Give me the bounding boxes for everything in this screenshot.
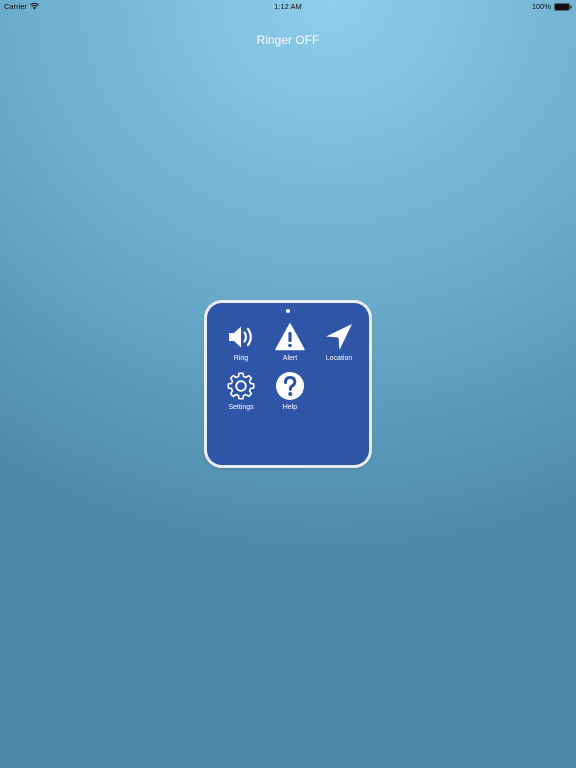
ringer-status-title: Ringer OFF <box>256 33 320 47</box>
location-label: Location <box>325 355 353 362</box>
settings-label: Settings <box>228 404 254 411</box>
location-arrow-icon <box>326 324 352 350</box>
warning-icon <box>275 323 305 351</box>
battery-percent: 100% <box>531 2 551 11</box>
question-icon <box>276 372 304 400</box>
speaker-icon <box>229 326 252 348</box>
alert-button[interactable]: Alert <box>265 322 315 368</box>
gear-icon <box>227 372 255 400</box>
location-button[interactable]: Location <box>314 322 364 368</box>
help-label: Help <box>282 404 298 411</box>
page-indicator-dot <box>286 309 290 313</box>
alert-label: Alert <box>282 355 298 362</box>
ring-button[interactable]: Ring <box>216 322 266 368</box>
help-button[interactable]: Help <box>265 371 315 417</box>
status-right: 100% <box>532 2 572 11</box>
battery-icon <box>554 2 572 11</box>
status-time: 1:12 AM <box>274 2 302 11</box>
quick-menu-panel: Ring Alert Location Settings Help <box>204 300 372 468</box>
settings-button[interactable]: Settings <box>216 371 266 417</box>
ring-label: Ring <box>233 355 249 362</box>
status-bar: Carrier 1:12 AM 100% <box>0 0 576 13</box>
